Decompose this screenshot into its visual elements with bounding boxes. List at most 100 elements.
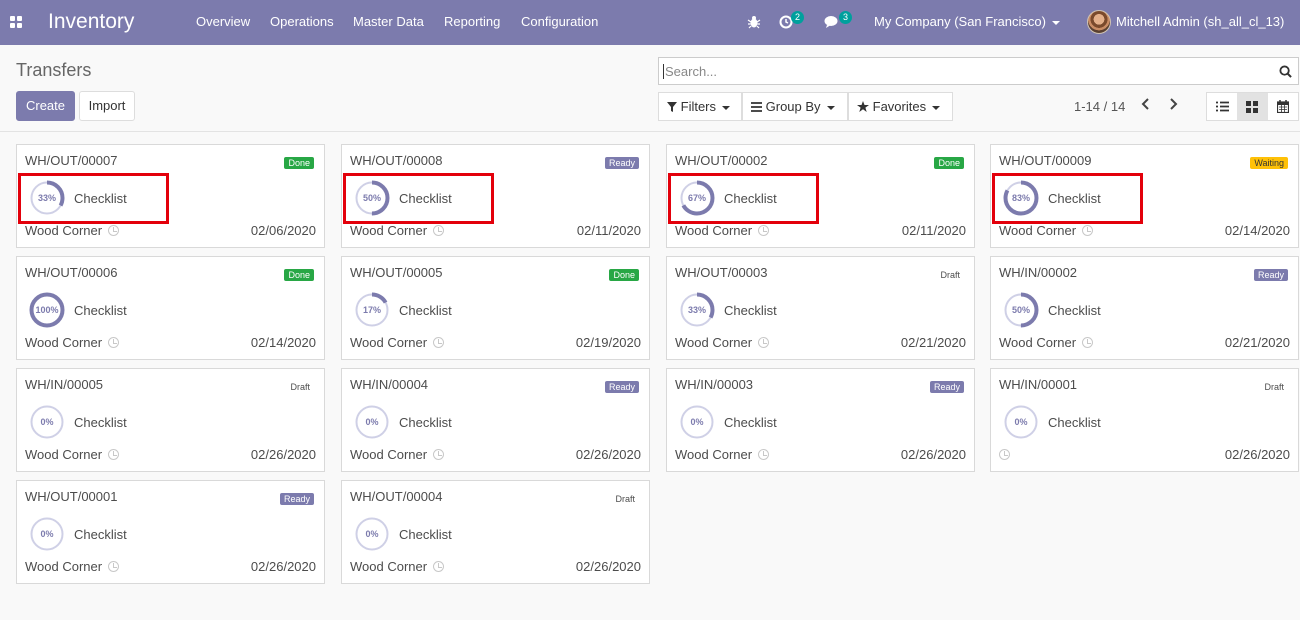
status-badge: Done [609, 269, 639, 281]
chevron-down-icon [932, 105, 941, 110]
activity-clock-icon[interactable] [108, 561, 120, 572]
transfer-card[interactable]: WH/OUT/00001 Ready 0% Checklist Wood Corner 0… [16, 480, 325, 584]
activity-clock-icon[interactable] [108, 449, 120, 460]
import-button[interactable]: Import [79, 91, 135, 121]
activity-clock-icon[interactable] [433, 561, 445, 572]
chat-icon[interactable] [824, 15, 840, 29]
transfer-card[interactable]: WH/IN/00004 Ready 0% Checklist Wood Corner 02… [341, 368, 650, 472]
activity-clock-icon[interactable] [758, 449, 770, 460]
list-view-button[interactable] [1207, 93, 1237, 120]
transfer-card[interactable]: WH/IN/00002 Ready 50% Checklist Wood Corner 0… [990, 256, 1299, 360]
page-title: Transfers [16, 60, 92, 80]
status-badge: Draft [290, 382, 310, 392]
bug-icon[interactable] [747, 15, 761, 29]
activity-clock-icon[interactable] [999, 449, 1010, 460]
status-badge: Draft [615, 494, 635, 504]
filters-label: Filters [680, 99, 717, 114]
transfer-reference: WH/OUT/00005 [350, 265, 443, 280]
partner-row: Wood Corner [675, 335, 770, 350]
menu-overview[interactable]: Overview [196, 14, 250, 29]
kanban-view-button[interactable] [1237, 93, 1268, 120]
apps-menu-icon[interactable] [10, 16, 23, 28]
group-by-button[interactable]: Group By [742, 92, 848, 121]
calendar-view-button[interactable] [1268, 93, 1298, 120]
checklist-label: Checklist [74, 303, 127, 318]
transfer-reference: WH/OUT/00006 [25, 265, 118, 280]
status-badge: Done [284, 157, 314, 169]
partner-name: Wood Corner [350, 223, 428, 238]
transfer-card[interactable]: WH/IN/00005 Draft 0% Checklist Wood Corner 02… [16, 368, 325, 472]
create-button[interactable]: Create [16, 91, 75, 121]
menu-configuration[interactable]: Configuration [521, 14, 598, 29]
status-badge: Ready [1253, 269, 1288, 281]
favorites-label: Favorites [872, 99, 927, 114]
partner-name: Wood Corner [675, 335, 753, 350]
checklist-progress-value: 17% [362, 305, 381, 315]
transfer-reference: WH/OUT/00009 [999, 153, 1092, 168]
partner-row: Wood Corner [25, 447, 120, 462]
checklist-progress-value: 0% [690, 417, 704, 427]
checklist-progress-value: 0% [40, 529, 54, 539]
activity-clock-icon[interactable] [108, 337, 120, 348]
transfer-reference: WH/IN/00005 [25, 377, 104, 392]
menu-master-data[interactable]: Master Data [353, 14, 424, 29]
menu-reporting[interactable]: Reporting [444, 14, 500, 29]
user-avatar[interactable] [1087, 10, 1111, 34]
partner-name: Wood Corner [25, 223, 103, 238]
pager-previous-icon[interactable] [1138, 96, 1154, 112]
checklist-label: Checklist [724, 415, 777, 430]
transfer-reference: WH/IN/00003 [675, 377, 754, 392]
transfer-reference: WH/OUT/00001 [25, 489, 118, 504]
transfer-card[interactable]: WH/IN/00001 Draft 0% Checklist 02/26/2020 [990, 368, 1299, 472]
user-menu[interactable]: Mitchell Admin (sh_all_cl_13) [1116, 14, 1284, 29]
search-icon[interactable] [1279, 65, 1292, 78]
activity-clock-icon[interactable] [1082, 225, 1094, 236]
kanban-icon [1246, 100, 1259, 113]
activity-clock-icon[interactable] [758, 337, 770, 348]
checklist-label: Checklist [1048, 303, 1101, 318]
transfer-card[interactable]: WH/OUT/00006 Done 100% Checklist Wood Corner… [16, 256, 325, 360]
partner-name: Wood Corner [675, 223, 753, 238]
scheduled-date: 02/26/2020 [250, 559, 316, 574]
status-badge: Ready [604, 157, 639, 169]
activity-clock-icon[interactable] [108, 225, 120, 236]
status-badge: Draft [1264, 382, 1284, 392]
filters-button[interactable]: Filters [658, 92, 742, 121]
transfer-reference: WH/OUT/00007 [25, 153, 118, 168]
search-box[interactable]: Search... [658, 57, 1299, 85]
partner-row: Wood Corner [350, 335, 445, 350]
company-switcher[interactable]: My Company (San Francisco) [874, 14, 1060, 29]
activity-clock-icon[interactable] [433, 449, 445, 460]
menu-operations[interactable]: Operations [270, 14, 334, 29]
partner-name: Wood Corner [25, 335, 103, 350]
status-badge: Draft [940, 270, 960, 280]
partner-row: Wood Corner [675, 447, 770, 462]
partner-name: Wood Corner [350, 335, 428, 350]
calendar-icon [1276, 100, 1289, 113]
partner-row: Wood Corner [350, 559, 445, 574]
checklist-progress-value: 33% [687, 305, 706, 315]
partner-row: Wood Corner [25, 559, 120, 574]
transfer-card[interactable]: WH/OUT/00004 Draft 0% Checklist Wood Corner 0… [341, 480, 650, 584]
pager-value[interactable]: 1-14 / 14 [1074, 99, 1125, 114]
checklist-label: Checklist [724, 303, 777, 318]
status-badge: Ready [604, 381, 639, 393]
activity-clock-icon[interactable] [433, 225, 445, 236]
activity-clock-icon[interactable] [433, 337, 445, 348]
pager-next-icon[interactable] [1165, 96, 1181, 112]
favorites-button[interactable]: Favorites [848, 92, 953, 121]
checklist-progress-value: 50% [1011, 305, 1030, 315]
checklist-label: Checklist [399, 415, 452, 430]
transfer-card[interactable]: WH/OUT/00003 Draft 33% Checklist Wood Corner… [666, 256, 975, 360]
partner-name: Wood Corner [999, 223, 1077, 238]
transfer-reference: WH/IN/00001 [999, 377, 1078, 392]
messages-count-badge: 3 [839, 11, 852, 24]
search-input[interactable]: Search... [663, 64, 717, 79]
activity-clock-icon[interactable] [758, 225, 770, 236]
group-by-label: Group By [765, 99, 821, 114]
transfer-card[interactable]: WH/OUT/00005 Done 17% Checklist Wood Corner 0… [341, 256, 650, 360]
checklist-label: Checklist [399, 303, 452, 318]
transfer-card[interactable]: WH/IN/00003 Ready 0% Checklist Wood Corner 02… [666, 368, 975, 472]
activity-clock-icon[interactable] [1082, 337, 1094, 348]
app-brand[interactable]: Inventory [48, 10, 134, 34]
